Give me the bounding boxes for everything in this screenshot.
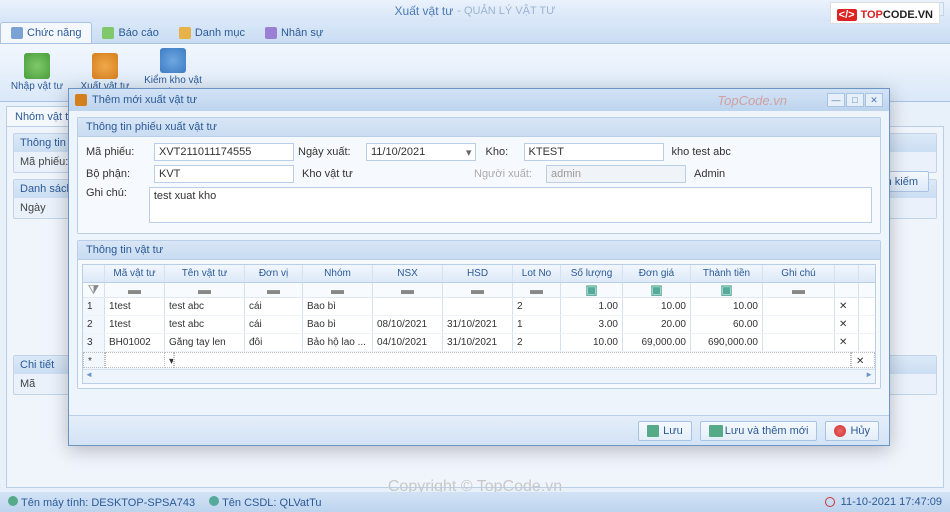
delete-row-icon[interactable]: ✕ (835, 298, 859, 315)
lbl-nguoixuat: Người xuất: (474, 168, 542, 180)
grid-filter-row[interactable]: ⧩ ▬▬▬▬▬▬▬ ▣▣▣ ▬ (83, 283, 875, 298)
app-title: Xuất vật tư (395, 4, 454, 18)
status-db: QLVatTu (280, 497, 322, 509)
status-db-icon (209, 496, 219, 506)
dropdown-icon[interactable]: ▾ (466, 146, 472, 159)
catalog-icon (179, 27, 191, 39)
dialog-themmoi: Thêm mới xuất vật tư TopCode.vn — □ ✕ Th… (68, 88, 890, 446)
col-nsx[interactable]: NSX (373, 265, 443, 282)
col-lotno[interactable]: Lot No (513, 265, 561, 282)
tab-baocao[interactable]: Báo cáo (92, 22, 168, 43)
status-db-lbl: Tên CSDL: (222, 497, 276, 509)
col-donvi[interactable]: Đơn vị (245, 265, 303, 282)
topcode-logo: </> TOPCODE.VN (830, 2, 940, 24)
group-phieu-header: Thông tin phiếu xuất vật tư (78, 118, 880, 137)
lbl-kho: Kho: (486, 146, 520, 158)
status-bar: Tên máy tính: DESKTOP-SPSA743 Tên CSDL: … (0, 492, 950, 512)
dialog-titlebar[interactable]: Thêm mới xuất vật tư TopCode.vn — □ ✕ (69, 89, 889, 111)
table-row[interactable]: 21testtest abccáiBao bì08/10/202131/10/2… (83, 316, 875, 334)
status-datetime: 11-10-2021 17:47:09 (841, 496, 942, 508)
table-row[interactable]: 3BH01002Găng tay lenđôiBảo hộ lao ...04/… (83, 334, 875, 352)
delete-row-icon[interactable]: ✕ (835, 316, 859, 333)
save-new-icon (709, 425, 721, 437)
filter-icon[interactable]: ⧩ (83, 283, 105, 297)
lbl-ngayxuat: Ngày xuất: (298, 146, 362, 158)
tab-chucnang[interactable]: Chức năng (0, 22, 92, 43)
save-button[interactable]: Lưu (638, 421, 692, 441)
ribbon-btn-nhapvattu[interactable]: Nhập vật tư (8, 48, 66, 97)
report-icon (102, 27, 114, 39)
input-ngayxuat[interactable] (366, 143, 476, 161)
bg-col-ma: Mã (20, 378, 35, 390)
input-bophan[interactable] (154, 165, 294, 183)
lbl-maphieu: Mã phiếu: (86, 146, 150, 158)
dlg-close-button[interactable]: ✕ (865, 93, 883, 107)
cancel-button[interactable]: Hủy (825, 421, 879, 441)
dialog-footer: Lưu Lưu và thêm mới Hủy (69, 415, 889, 445)
function-icon (11, 27, 23, 39)
grid-header-row: Mã vật tư Tên vật tư Đơn vị Nhóm NSX HSD… (83, 265, 875, 283)
col-tenvattu[interactable]: Tên vật tư (165, 265, 245, 282)
input-kho[interactable] (524, 143, 664, 161)
tab-nhansu[interactable]: Nhân sự (255, 22, 333, 43)
inventory-icon (160, 48, 186, 73)
txt-nguoixuat-name: Admin (690, 167, 729, 181)
ribbon-tabs: Chức năng Báo cáo Danh mục Nhân sự (0, 22, 950, 44)
export-icon (92, 53, 118, 79)
status-machine-lbl: Tên máy tính: (21, 497, 88, 509)
group-vattu-header: Thông tin vật tư (78, 241, 880, 260)
lbl-bophan: Bộ phận: (86, 168, 150, 180)
col-mavattu[interactable]: Mã vật tư (105, 265, 165, 282)
tab-danhmuc[interactable]: Danh mục (169, 22, 255, 43)
delete-row-icon[interactable]: ✕ (851, 352, 875, 368)
clock-icon (825, 497, 835, 507)
dialog-title-text: Thêm mới xuất vật tư (92, 94, 197, 106)
save-and-new-button[interactable]: Lưu và thêm mới (700, 421, 818, 441)
input-nguoixuat (546, 165, 686, 183)
status-machine: DESKTOP-SPSA743 (91, 497, 195, 509)
save-icon (647, 425, 659, 437)
dlg-maximize-button[interactable]: □ (846, 93, 864, 107)
input-maphieu[interactable] (154, 143, 294, 161)
cancel-icon (834, 425, 846, 437)
txt-kho-name: kho test abc (668, 145, 735, 159)
table-row[interactable]: 11testtest abccáiBao bì21.0010.0010.00✕ (83, 298, 875, 316)
grid-vattu[interactable]: Mã vật tư Tên vật tư Đơn vị Nhóm NSX HSD… (82, 264, 876, 384)
grid-new-row[interactable]: * ▾ ✕ (83, 352, 875, 369)
lbl-ghichu: Ghi chú: (86, 187, 145, 199)
bg-col-ngay: Ngày (20, 202, 46, 214)
input-ghichu[interactable]: test xuat kho (149, 187, 872, 223)
col-nhom[interactable]: Nhóm (303, 265, 373, 282)
col-thanhtien[interactable]: Thành tiền (691, 265, 763, 282)
import-icon (24, 53, 50, 79)
delete-row-icon[interactable]: ✕ (835, 334, 859, 351)
dialog-icon (75, 94, 87, 106)
watermark-topcode: TopCode.vn (717, 93, 787, 108)
app-subtitle: - QUẢN LÝ VẬT TƯ (457, 5, 555, 17)
col-soluong[interactable]: Số lượng (561, 265, 623, 282)
dlg-minimize-button[interactable]: — (827, 93, 845, 107)
col-dongia[interactable]: Đơn giá (623, 265, 691, 282)
group-vattu: Thông tin vật tư Mã vật tư Tên vật tư Đơ… (77, 240, 881, 389)
grid-hscrollbar[interactable] (83, 369, 875, 383)
col-hsd[interactable]: HSD (443, 265, 513, 282)
group-phieu: Thông tin phiếu xuất vật tư Mã phiếu: Ng… (77, 117, 881, 234)
col-ghichu[interactable]: Ghi chú (763, 265, 835, 282)
status-dot-icon (8, 496, 18, 506)
staff-icon (265, 27, 277, 39)
window-titlebar: Xuất vật tư - QUẢN LÝ VẬT TƯ — □ ✕ (0, 0, 950, 22)
txt-bophan-name: Kho vật tư (298, 167, 470, 181)
